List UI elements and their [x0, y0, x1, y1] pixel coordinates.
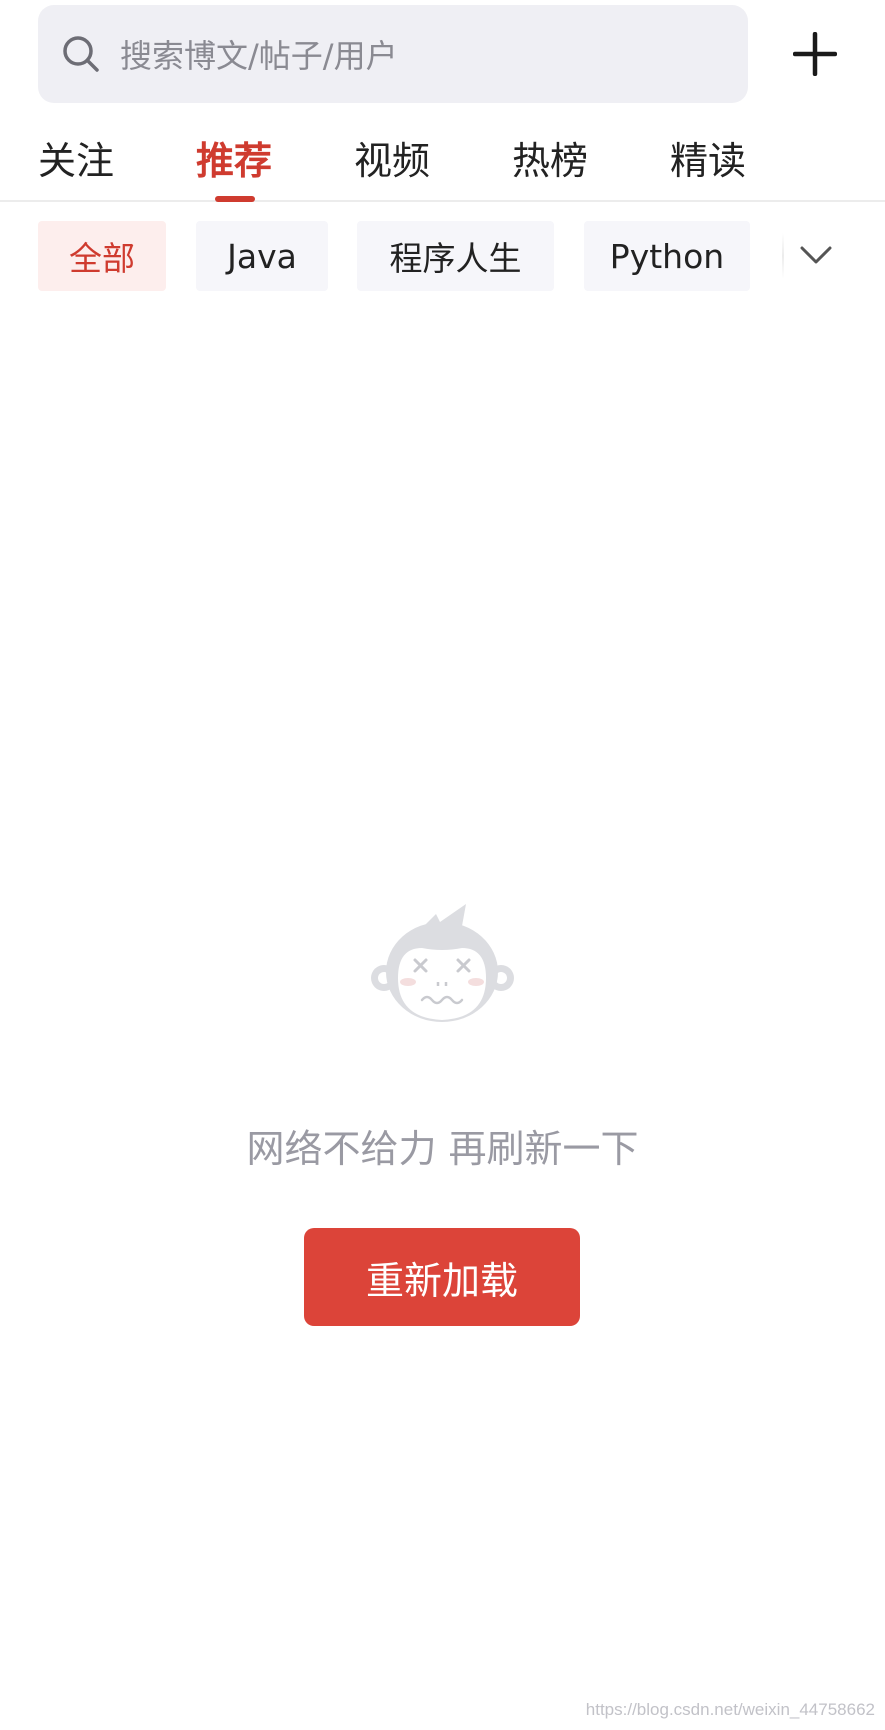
chip-programmer-life[interactable]: 程序人生: [357, 221, 554, 291]
tab-follow[interactable]: 关注: [38, 130, 114, 185]
dizzy-monkey-icon: [370, 900, 515, 1030]
chips-divider: [782, 233, 784, 279]
chip-python[interactable]: Python: [584, 221, 750, 291]
tab-hot[interactable]: 热榜: [512, 130, 588, 185]
chevron-down-icon: [800, 246, 832, 264]
search-input[interactable]: 搜索博文/帖子/用户: [38, 5, 748, 103]
app-screen: 搜索博文/帖子/用户 关注 推荐 视频 热榜 精读 全部 Java 程序人生 P…: [0, 0, 885, 1730]
search-placeholder: 搜索博文/帖子/用户: [120, 37, 398, 75]
plus-icon: [793, 32, 837, 76]
tab-recommend[interactable]: 推荐: [196, 130, 272, 185]
category-chips: 全部 Java 程序人生 Python: [0, 221, 885, 291]
chips-expand-button[interactable]: [796, 235, 836, 275]
tab-featured[interactable]: 精读: [670, 130, 746, 185]
chip-java[interactable]: Java: [196, 221, 328, 291]
empty-state-message: 网络不给力 再刷新一下: [246, 1127, 639, 1171]
search-icon: [60, 33, 102, 75]
tab-video[interactable]: 视频: [354, 130, 430, 185]
top-bar: 搜索博文/帖子/用户: [0, 0, 885, 110]
main-tabs: 关注 推荐 视频 热榜 精读: [0, 110, 885, 202]
add-button[interactable]: [787, 26, 843, 82]
tab-active-indicator: [215, 196, 255, 202]
chip-all[interactable]: 全部: [38, 221, 166, 291]
reload-button[interactable]: 重新加载: [304, 1228, 580, 1326]
watermark: https://blog.csdn.net/weixin_44758662: [585, 1700, 875, 1719]
